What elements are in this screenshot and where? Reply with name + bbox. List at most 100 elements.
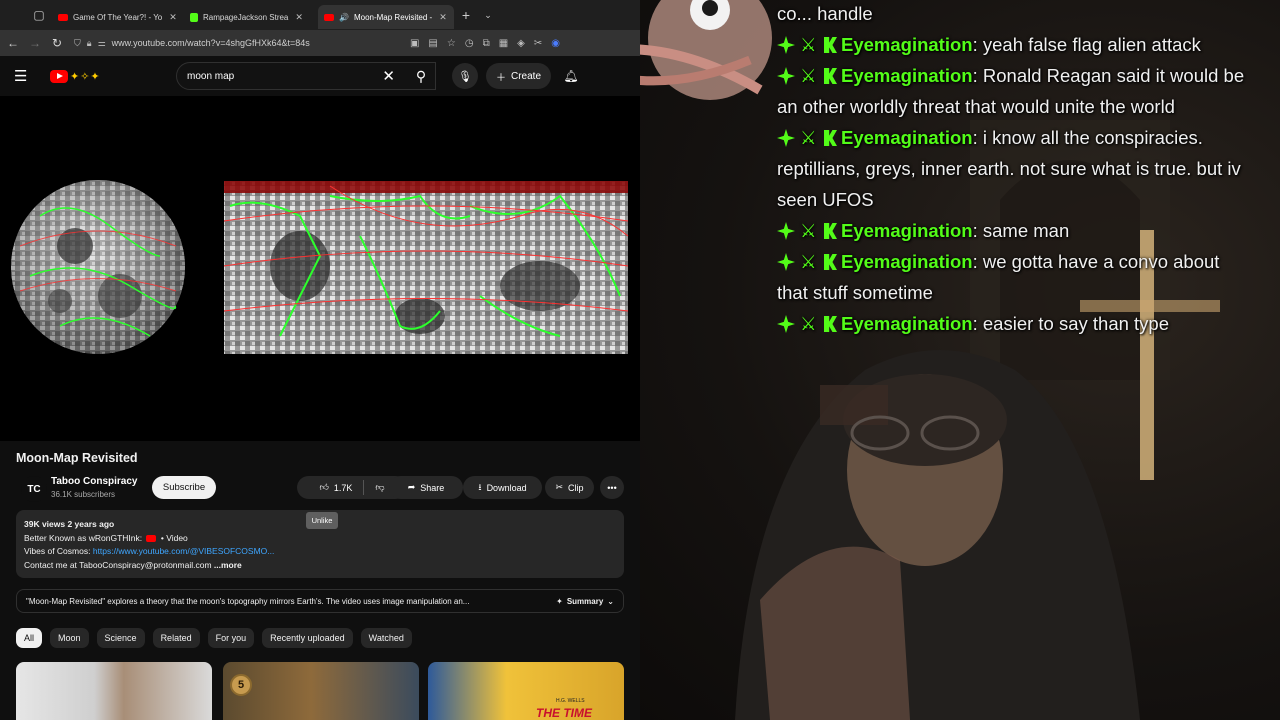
chat-username[interactable]: Eyemagination [841, 220, 973, 241]
chip-watched[interactable]: Watched [360, 628, 412, 648]
extension-icon[interactable]: ◈ [517, 38, 525, 49]
video-thumbnail[interactable] [16, 662, 212, 720]
close-icon[interactable]: ✕ [439, 12, 447, 23]
video-title: Moon-Map Revisited [16, 451, 138, 465]
chevron-down-icon: ⌄ [607, 596, 614, 606]
speaker-icon[interactable]: 🔊 [339, 13, 349, 22]
tab-title: Game Of The Year?! - Yo [73, 12, 163, 22]
back-arrow-icon[interactable]: ← [6, 36, 20, 50]
chat-username[interactable]: Eyemagination [841, 127, 973, 148]
sword-badge-icon: ⚔ [800, 34, 817, 55]
profile-icon[interactable]: ◉ [551, 38, 560, 49]
subscribe-button[interactable]: Subscribe [152, 476, 216, 499]
url-text[interactable]: www.youtube.com/watch?v=4shgGfHXk64&t=84… [112, 38, 310, 48]
history-icon[interactable]: ◷ [465, 38, 474, 49]
tab-game-of-the-year[interactable]: Game Of The Year?! - Yo ✕ [52, 5, 184, 29]
sparkle-badge-icon [777, 253, 795, 271]
tab-moon-map-revisited[interactable]: 🔊 Moon-Map Revisited - ✕ [318, 5, 454, 29]
moon-map-video-frame [11, 180, 629, 354]
search-input[interactable]: moon map ✕ [176, 62, 436, 90]
site-settings-icon[interactable]: ⚌ [98, 38, 106, 49]
search-value: moon map [187, 70, 235, 82]
download-button[interactable]: ⭳ Download [463, 476, 542, 499]
channel-avatar[interactable]: TC [21, 476, 47, 502]
tab-rampagejackson[interactable]: RampageJackson Strea ✕ [184, 5, 318, 29]
chip-science[interactable]: Science [96, 628, 145, 648]
shield-icon[interactable]: ⛉ [74, 38, 81, 49]
picture-in-picture-icon[interactable]: ▣ [410, 38, 419, 49]
chat-username[interactable]: Eyemagination [841, 251, 973, 272]
chat-message: ⚔ Eyemagination: Ronald Reagan said it wo… [777, 60, 1280, 122]
sparkle-icon: ✦ [556, 596, 563, 606]
navigation-bar: ← → ↻ ⛉ 🔒︎ ⚌ www.youtube.com/watch?v=4sh… [0, 30, 640, 56]
description-link[interactable]: https://www.youtube.com/@VIBESOFCOSMO... [93, 546, 275, 556]
chip-related[interactable]: Related [152, 628, 200, 648]
kick-badge-icon [824, 316, 837, 332]
search-button[interactable]: ⚲ [402, 62, 440, 90]
lock-icon[interactable]: 🔒︎ [87, 38, 92, 49]
close-icon[interactable]: ✕ [169, 12, 177, 23]
address-bar[interactable]: ⛉ 🔒︎ ⚌ www.youtube.com/watch?v=4shgGfHXk… [72, 33, 402, 53]
share-button[interactable]: ➦ Share [389, 476, 463, 499]
thumbnail-title: THE TIME [536, 706, 592, 720]
chip-moon[interactable]: Moon [50, 628, 89, 648]
summary-label: Summary [566, 596, 604, 606]
notifications-bell-icon[interactable]: 🔔︎ [561, 63, 581, 89]
sword-badge-icon: ⚔ [800, 220, 817, 241]
chat-message: ⚔ Eyemagination: yeah false flag alien at… [777, 29, 1280, 60]
chat-username[interactable]: Eyemagination [841, 65, 973, 86]
search-icon: ⚲ [415, 67, 427, 84]
chip-all[interactable]: All [16, 628, 43, 648]
share-arrow-icon: ➦ [407, 482, 416, 492]
video-player[interactable] [0, 96, 640, 441]
tab-actions-icon[interactable]: ▢ [26, 0, 52, 30]
chat-message: ⚔ Eyemagination: same man [777, 215, 1280, 246]
reload-icon[interactable]: ↻ [50, 36, 64, 50]
chat-username[interactable]: Eyemagination [841, 34, 973, 55]
forward-arrow-icon[interactable]: → [28, 36, 42, 50]
summary-button[interactable]: ✦ Summary ⌄ [556, 597, 614, 606]
close-icon[interactable]: ✕ [295, 12, 303, 23]
extension-puzzle-icon[interactable]: ⧉ [483, 38, 490, 49]
video-thumbnail[interactable]: H.G. WELLS THE TIME [428, 662, 624, 720]
clip-button[interactable]: ✂ Clip [545, 476, 594, 499]
video-thumbnail[interactable]: 5 [223, 662, 419, 720]
chip-recently-uploaded[interactable]: Recently uploaded [262, 628, 353, 648]
description-text: Contact me at TabooConspiracy@protonmail… [24, 559, 212, 570]
chat-username[interactable]: Eyemagination [841, 313, 973, 334]
menu-icon[interactable]: ☰ [14, 67, 36, 85]
description-text: Vibes of Cosmos: [24, 546, 91, 556]
download-icon: ⭳ [478, 481, 482, 492]
youtube-icon [146, 534, 157, 542]
channel-name[interactable]: Taboo Conspiracy [51, 476, 138, 487]
description-line: Vibes of Cosmos: https://www.youtube.com… [24, 545, 616, 559]
more-actions-button[interactable]: ••• [600, 476, 624, 499]
extension-icon[interactable]: ▦ [499, 38, 508, 49]
kick-badge-icon [824, 130, 837, 146]
kick-icon [190, 12, 198, 22]
reader-view-icon[interactable]: ▤ [428, 38, 437, 49]
thumbs-up-icon[interactable]: 👍︎ [319, 482, 328, 493]
chat-text: an other worldly threat that would unite… [777, 96, 1175, 117]
thumbs-down-icon[interactable]: 👎︎ [375, 482, 384, 493]
screenshot-icon[interactable]: ✂ [534, 38, 542, 49]
like-count[interactable]: 1.7K [334, 483, 353, 493]
new-tab-button[interactable]: + [454, 7, 478, 23]
show-more-button[interactable]: ...more [214, 560, 242, 570]
chip-for-you[interactable]: For you [207, 628, 255, 648]
youtube-logo[interactable]: ✦✧✦ [50, 69, 101, 83]
create-button[interactable]: ＋ Create [486, 63, 552, 89]
bookmark-star-icon[interactable]: ☆ [447, 38, 456, 49]
sword-badge-icon: ⚔ [800, 65, 817, 86]
ai-summary-bar[interactable]: "Moon-Map Revisited" explores a theory t… [16, 589, 624, 613]
kick-badge-icon [824, 254, 837, 270]
tab-list-chevron-icon[interactable]: ⌄ [478, 10, 498, 21]
chat-text: i know all the conspiracies. [982, 127, 1203, 148]
chat-text: co... handle [777, 3, 873, 24]
description-link[interactable]: • Video [161, 533, 188, 543]
sparkle-badge-icon [777, 315, 795, 333]
voice-search-button[interactable]: 🎙︎ [452, 63, 478, 89]
tab-title: Moon-Map Revisited - [353, 12, 433, 22]
description-line: Contact me at TabooConspiracy@protonmail… [24, 559, 616, 573]
clear-search-icon[interactable]: ✕ [382, 67, 395, 85]
